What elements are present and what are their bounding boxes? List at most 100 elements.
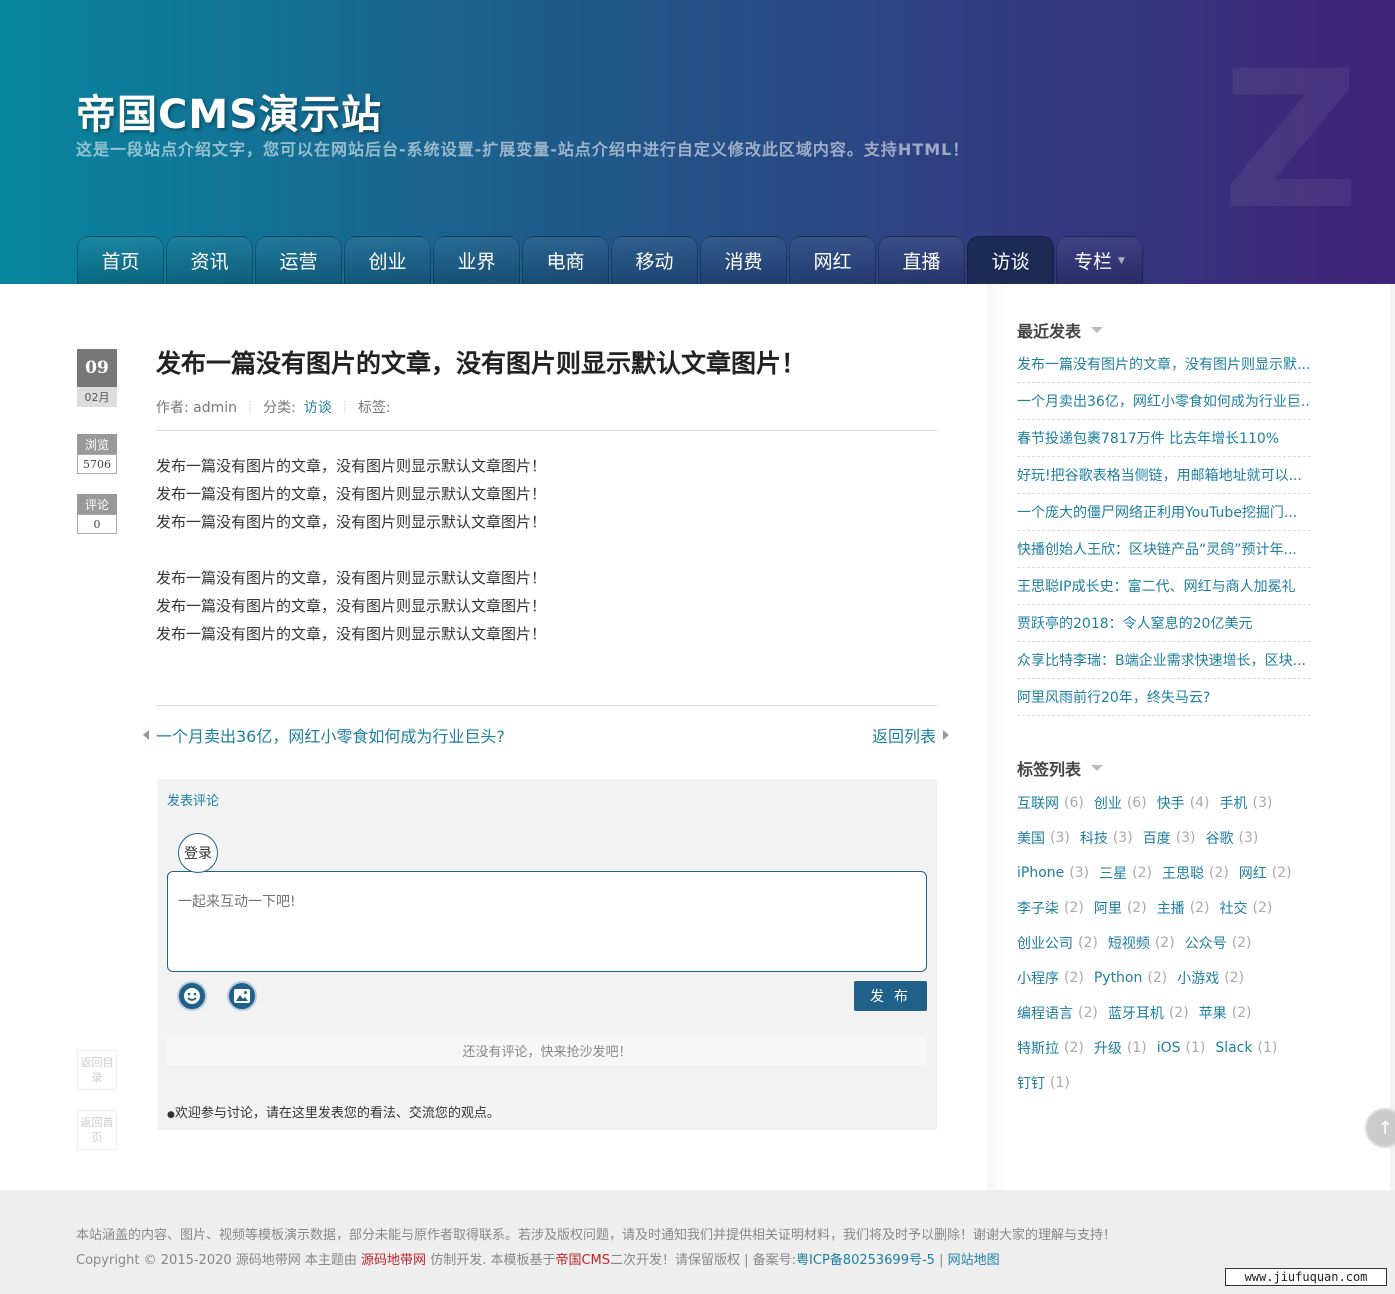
scrollbar-track[interactable] bbox=[1390, 284, 1395, 1190]
emoji-icon[interactable] bbox=[177, 981, 207, 1011]
tag-link[interactable]: 社交 (2) bbox=[1220, 890, 1273, 925]
nav-item-column-label: 专栏 bbox=[1074, 251, 1113, 273]
no-comment-notice: 还没有评论，快来抢沙发吧！ bbox=[167, 1035, 927, 1066]
category-label: 分类: bbox=[263, 400, 296, 416]
tag-link[interactable]: 快手 (4) bbox=[1157, 785, 1210, 820]
tag-link[interactable]: 网红 (2) bbox=[1239, 855, 1292, 890]
tag-link[interactable]: 钉钉 (1) bbox=[1017, 1065, 1070, 1100]
article-category-link[interactable]: 访谈 bbox=[304, 397, 332, 417]
tag-link[interactable]: 创业 (6) bbox=[1094, 785, 1147, 820]
post-day: 09 bbox=[77, 349, 117, 387]
back-to-catalog-button[interactable]: 返回目录 bbox=[77, 1050, 117, 1090]
tag-link[interactable]: 谷歌 (3) bbox=[1206, 820, 1259, 855]
tag-count: (1) bbox=[1050, 1074, 1070, 1091]
views-stat: 浏览 5706 bbox=[77, 434, 117, 474]
tag-link[interactable]: 小程序 (2) bbox=[1017, 960, 1084, 995]
article-paragraph: 发布一篇没有图片的文章，没有图片则显示默认文章图片！ bbox=[156, 569, 547, 587]
article-paragraph: 发布一篇没有图片的文章，没有图片则显示默认文章图片！ bbox=[156, 457, 547, 475]
tag-link[interactable]: 手机 (3) bbox=[1220, 785, 1273, 820]
recent-post-item[interactable]: 发布一篇没有图片的文章，没有图片则显示默... bbox=[1017, 346, 1311, 383]
tag-name: 美国 bbox=[1017, 830, 1045, 847]
site-title[interactable]: 帝国CMS演示站 bbox=[76, 82, 382, 140]
tag-link[interactable]: 科技 (3) bbox=[1080, 820, 1133, 855]
site-header: Z 帝国CMS演示站 这是一段站点介绍文字，您可以在网站后台-系统设置-扩展变量… bbox=[0, 0, 1395, 284]
footer-disclaimer: 本站涵盖的内容、图片、视频等模板演示数据，部分未能与原作者取得联系。若涉及版权问… bbox=[76, 1228, 1117, 1243]
back-to-list-link[interactable]: 返回列表 bbox=[872, 723, 950, 747]
views-label: 浏览 bbox=[77, 434, 117, 454]
tag-link[interactable]: 公众号 (2) bbox=[1185, 925, 1252, 960]
tag-link[interactable]: 美国 (3) bbox=[1017, 820, 1070, 855]
tag-count: (2) bbox=[1064, 899, 1084, 916]
nav-item-industry[interactable]: 业界 bbox=[433, 236, 520, 284]
copyright-text: Copyright © 2015-2020 源码地带网 本主题由 bbox=[76, 1253, 362, 1268]
back-to-home-button[interactable]: 返回首页 bbox=[77, 1110, 117, 1150]
nav-item-ecommerce[interactable]: 电商 bbox=[522, 236, 609, 284]
icp-link[interactable]: 粤ICP备80253699号-5 bbox=[796, 1253, 935, 1268]
nav-item-column[interactable]: 专栏 ▼ bbox=[1056, 236, 1143, 284]
recent-post-item[interactable]: 好玩!把谷歌表格当侧链，用邮箱地址就可以... bbox=[1017, 457, 1311, 494]
tag-link[interactable]: Slack (1) bbox=[1215, 1030, 1277, 1065]
nav-item-interview[interactable]: 访谈 bbox=[967, 236, 1054, 284]
tag-link[interactable]: 王思聪 (2) bbox=[1162, 855, 1229, 890]
recent-post-item[interactable]: 快播创始人王欣：区块链产品“灵鸽”预计年... bbox=[1017, 531, 1311, 568]
nav-item-influencer[interactable]: 网红 bbox=[789, 236, 876, 284]
tag-link[interactable]: 李子柒 (2) bbox=[1017, 890, 1084, 925]
tag-link[interactable]: 小游戏 (2) bbox=[1177, 960, 1244, 995]
tag-link[interactable]: 短视频 (2) bbox=[1108, 925, 1175, 960]
tag-link[interactable]: 升级 (1) bbox=[1094, 1030, 1147, 1065]
comments-count: 0 bbox=[77, 514, 117, 534]
comment-box: 发表评论 登录 发 布 还没有评论，快来抢沙发吧！ ●欢迎参与讨论，请在这里发表… bbox=[157, 779, 937, 1130]
tag-link[interactable]: 三星 (2) bbox=[1099, 855, 1152, 890]
tag-name: 升级 bbox=[1093, 1040, 1122, 1057]
tag-name: 创业 bbox=[1093, 795, 1122, 812]
recent-post-item[interactable]: 众享比特李瑞：B端企业需求快速增长，区块... bbox=[1017, 642, 1311, 679]
tag-link[interactable]: Python (2) bbox=[1094, 960, 1167, 995]
nav-item-home[interactable]: 首页 bbox=[77, 236, 164, 284]
article-paragraph: 发布一篇没有图片的文章，没有图片则显示默认文章图片！ bbox=[156, 597, 547, 615]
tag-link[interactable]: 创业公司 (2) bbox=[1017, 925, 1098, 960]
recent-post-item[interactable]: 春节投递包裹7817万件 比去年增长110% bbox=[1017, 420, 1311, 457]
nav-item-mobile[interactable]: 移动 bbox=[611, 236, 698, 284]
brand-link[interactable]: 源码地带网 bbox=[361, 1253, 426, 1268]
recent-post-item[interactable]: 贾跃亭的2018：令人窒息的20亿美元 bbox=[1017, 605, 1311, 642]
tag-name: 社交 bbox=[1219, 900, 1248, 917]
tag-link[interactable]: 苹果 (2) bbox=[1199, 995, 1252, 1030]
tag-count: (2) bbox=[1208, 864, 1229, 881]
sitemap-link[interactable]: 网站地图 bbox=[948, 1253, 1000, 1268]
recent-post-item[interactable]: 王思聪IP成长史：富二代、网红与商人加冕礼 bbox=[1017, 568, 1311, 605]
nav-item-startup[interactable]: 创业 bbox=[344, 236, 431, 284]
image-upload-icon[interactable] bbox=[227, 981, 257, 1011]
tag-link[interactable]: iOS (1) bbox=[1157, 1030, 1206, 1065]
tag-link[interactable]: 蓝牙耳机 (2) bbox=[1108, 995, 1189, 1030]
recent-post-item[interactable]: 阿里风雨前行20年，终失马云? bbox=[1017, 679, 1311, 716]
tag-count: (2) bbox=[1078, 1004, 1098, 1021]
nav-item-operation[interactable]: 运营 bbox=[255, 236, 342, 284]
nav-item-live[interactable]: 直播 bbox=[878, 236, 965, 284]
tag-count: (2) bbox=[1154, 934, 1175, 951]
cms-link[interactable]: 帝国CMS bbox=[555, 1253, 610, 1268]
tag-name: 苹果 bbox=[1198, 1005, 1227, 1022]
nav-item-news[interactable]: 资讯 bbox=[166, 236, 253, 284]
copyright-mid: 仿制开发. 本模板基于 bbox=[426, 1253, 556, 1268]
tag-link[interactable]: 编程语言 (2) bbox=[1017, 995, 1098, 1030]
tag-link[interactable]: 互联网 (6) bbox=[1017, 785, 1084, 820]
tag-count: (1) bbox=[1126, 1039, 1147, 1056]
tag-count: (3) bbox=[1069, 864, 1090, 881]
post-month: 02月 bbox=[77, 387, 117, 407]
tag-link[interactable]: 百度 (3) bbox=[1143, 820, 1196, 855]
tag-count: (2) bbox=[1064, 969, 1084, 986]
submit-comment-button[interactable]: 发 布 bbox=[854, 981, 927, 1011]
recent-post-item[interactable]: 一个月卖出36亿，网红小零食如何成为行业巨... bbox=[1017, 383, 1311, 420]
tag-link[interactable]: 阿里 (2) bbox=[1094, 890, 1147, 925]
tag-link[interactable]: iPhone (3) bbox=[1017, 855, 1089, 890]
prev-article-link[interactable]: 一个月卖出36亿，网红小零食如何成为行业巨头? bbox=[143, 723, 505, 747]
arrow-right-icon bbox=[943, 730, 950, 740]
article-paragraph: 发布一篇没有图片的文章，没有图片则显示默认文章图片！ bbox=[156, 485, 547, 503]
nav-item-consumer[interactable]: 消费 bbox=[700, 236, 787, 284]
tag-count: (2) bbox=[1231, 934, 1252, 951]
recent-post-item[interactable]: 一个庞大的僵尸网络正利用YouTube挖掘门... bbox=[1017, 494, 1311, 531]
tag-link[interactable]: 主播 (2) bbox=[1157, 890, 1210, 925]
tag-link[interactable]: 特斯拉 (2) bbox=[1017, 1030, 1084, 1065]
comment-input[interactable] bbox=[167, 871, 927, 972]
login-button[interactable]: 登录 bbox=[178, 833, 218, 873]
